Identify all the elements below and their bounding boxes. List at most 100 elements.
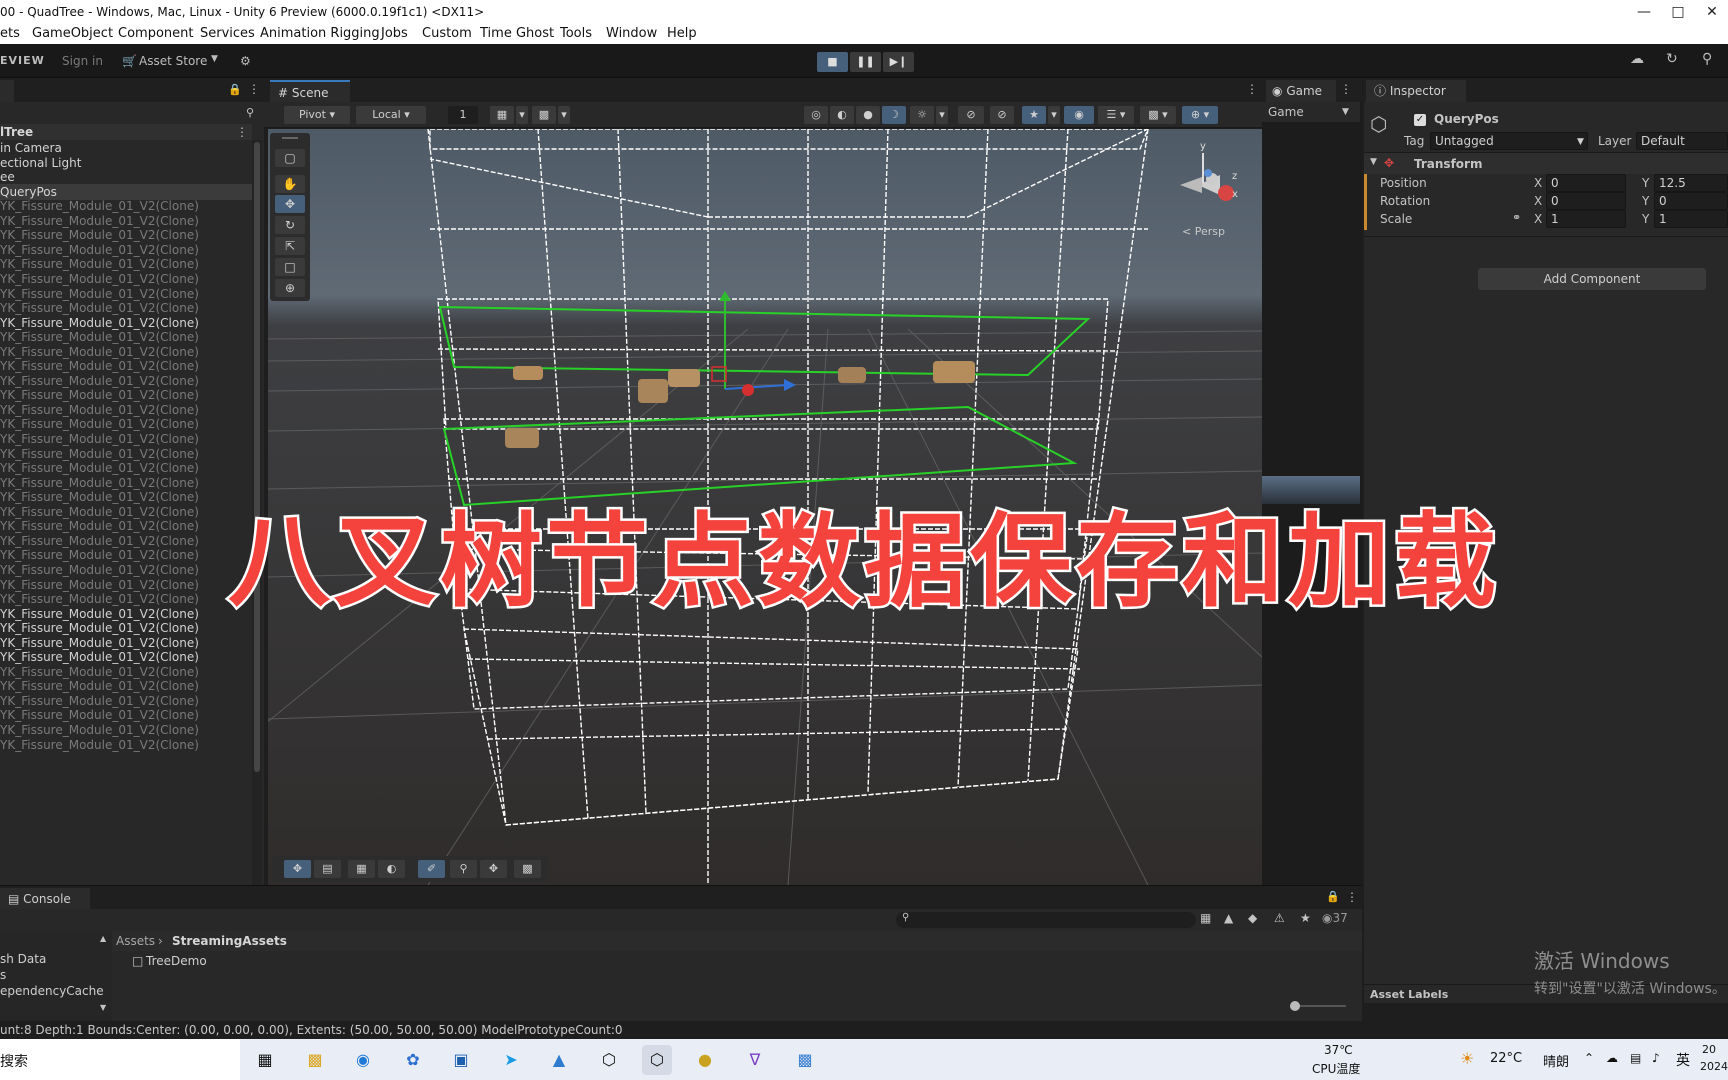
folder-item[interactable]: ependencyCache [0,984,104,998]
scale-x-label[interactable]: X [1534,212,1542,226]
active-checkbox[interactable]: ✓ [1414,114,1426,126]
menu-time-ghost[interactable]: Time Ghost [480,26,554,41]
shaded-icon[interactable]: ● [856,106,880,124]
ime-indicator[interactable]: 英 [1676,1050,1690,1070]
pause-button[interactable]: ❚❚ [850,52,881,72]
move-tool-icon[interactable]: ✥ [275,195,305,213]
clock-date[interactable]: 2024 [1700,1060,1728,1073]
sign-in-link[interactable]: Sign in [62,54,103,68]
file-explorer-icon[interactable]: ▩ [300,1045,330,1075]
screen-capture-icon[interactable]: ▩ [790,1045,820,1075]
menu-component[interactable]: Component [118,26,193,41]
edge-icon[interactable]: ◉ [348,1045,378,1075]
file-item[interactable]: TreeDemo [146,954,207,968]
wireframe-shading-icon[interactable]: ◎ [804,106,828,124]
grid-toggle-icon[interactable]: ▦ [490,106,514,124]
link-icon[interactable]: ⚭ [1512,211,1521,224]
audio-icon[interactable]: ⊘ [990,106,1014,124]
hand-tool-icon[interactable]: ✋ [275,175,305,193]
rotation-y-field[interactable]: 0 [1654,192,1728,210]
slider-thumb[interactable] [1290,1001,1300,1011]
play-button[interactable]: ■ [817,52,848,72]
add-component-button[interactable]: Add Component [1478,268,1706,290]
search-icon[interactable]: ⚲ [1702,51,1712,67]
tab-scene[interactable]: # Scene [270,80,350,102]
menu-help[interactable]: Help [667,26,697,41]
hierarchy-search[interactable]: ⚲ [0,104,264,124]
tray-chevron-icon[interactable]: ⌃ [1584,1051,1594,1065]
fx-icon[interactable]: ⊘ [958,106,984,124]
scale-y-field[interactable]: 1 [1654,210,1728,228]
menu-services[interactable]: Services [200,26,255,41]
task-view-icon[interactable]: ▦ [250,1045,280,1075]
brush-icon[interactable]: ✐ [418,860,445,878]
more-icon[interactable]: ⋮ [1246,82,1258,96]
messenger-icon[interactable]: ➤ [496,1045,526,1075]
position-x-label[interactable]: X [1534,176,1542,190]
lock-icon[interactable]: 🔒 [228,83,242,96]
rotation-x-field[interactable]: 0 [1546,192,1626,210]
capture-icon[interactable]: ▩ [514,860,541,878]
folder-item[interactable]: sh Data [0,952,46,966]
persp-label[interactable]: < Persp [1182,225,1225,238]
warning-icon[interactable]: ⚠ [1274,911,1285,925]
icon-size-slider[interactable] [1290,1001,1346,1011]
rotation-x-label[interactable]: X [1534,194,1542,208]
grid-snap-input[interactable]: 1 [448,106,478,124]
filter-icon[interactable]: ▦ [1200,911,1211,925]
chevron-down-icon[interactable]: ▾ [936,106,948,124]
network-icon[interactable]: ▤ [1630,1051,1641,1065]
hierarchy-item[interactable]: YK_Fissure_Module_01_V2(Clone) [0,737,252,753]
type-filter-icon[interactable]: ▲ [1224,911,1233,925]
shaded-wire-icon[interactable]: ◐ [830,106,854,124]
visual-studio-icon[interactable]: ∇ [740,1045,770,1075]
position-x-field[interactable]: 0 [1546,174,1626,192]
tab-hierarchy[interactable] [0,80,14,102]
step-button[interactable]: ▶❙ [883,52,914,72]
rotate-tool-icon[interactable]: ↻ [275,216,305,234]
menu-assets[interactable]: ets [0,26,20,41]
more-icon[interactable]: ⋮ [1340,82,1352,96]
move-icon[interactable]: ✥ [284,860,311,878]
clock-time[interactable]: 20 [1702,1043,1716,1056]
view-cube-icon[interactable]: ▢ [275,149,305,167]
drag-handle[interactable] [282,137,298,139]
menu-window[interactable]: Window [606,26,657,41]
scale-x-field[interactable]: 1 [1546,210,1626,228]
position-y-field[interactable]: 12.5 [1654,174,1728,192]
fish-icon[interactable]: ● [690,1045,720,1075]
more-icon[interactable]: ⋮ [1346,890,1358,904]
visibility-icon[interactable]: ◉ [1064,106,1094,124]
tab-game[interactable]: ◉ Game [1266,80,1336,102]
zoom-icon[interactable]: ⚲ [450,860,477,878]
pan-icon[interactable]: ✥ [480,860,507,878]
breadcrumb-assets[interactable]: Assets [116,934,155,948]
position-y-label[interactable]: Y [1642,176,1649,190]
menu-jobs[interactable]: Jobs [381,26,408,41]
tab-inspector[interactable]: ⓘ Inspector [1366,80,1466,102]
pivot-dropdown[interactable]: Pivot ▾ [284,106,350,124]
minimize-icon[interactable]: — [1634,2,1654,22]
scrollbar-thumb[interactable] [254,142,260,772]
star-icon[interactable]: ★ [1300,911,1311,925]
transform-tool-icon[interactable]: ⊕ [275,279,305,297]
asset-labels-title[interactable]: Asset Labels [1370,988,1448,1001]
breadcrumb-streamingassets[interactable]: StreamingAssets [172,934,287,948]
weather-icon[interactable]: ☀ [1460,1049,1474,1068]
more-icon[interactable]: ⋮ [248,82,260,96]
transform-header[interactable]: ▼ ✥ Transform [1364,152,1728,174]
scene-root-row[interactable]: lTree ⋮ [0,124,252,140]
unity-editor-icon[interactable]: ⬡ [642,1045,672,1075]
tab-console[interactable]: ▤ Console [0,888,90,910]
object-name[interactable]: QueryPos [1434,112,1499,126]
lock-icon[interactable]: 🔒 [1326,890,1340,903]
chevron-down-icon[interactable]: ▼ [100,1003,106,1012]
maximize-icon[interactable]: □ [1668,2,1688,22]
chevron-up-icon[interactable]: ▲ [100,934,106,943]
more-icon[interactable]: ⋮ [236,124,248,140]
scale-y-label[interactable]: Y [1642,212,1649,226]
menu-gameobject[interactable]: GameObject [32,26,113,41]
menu-animation-rigging[interactable]: Animation Rigging [260,26,380,41]
close-icon[interactable]: ✕ [1702,2,1722,22]
asset-store-button[interactable]: Asset Store [139,54,207,68]
